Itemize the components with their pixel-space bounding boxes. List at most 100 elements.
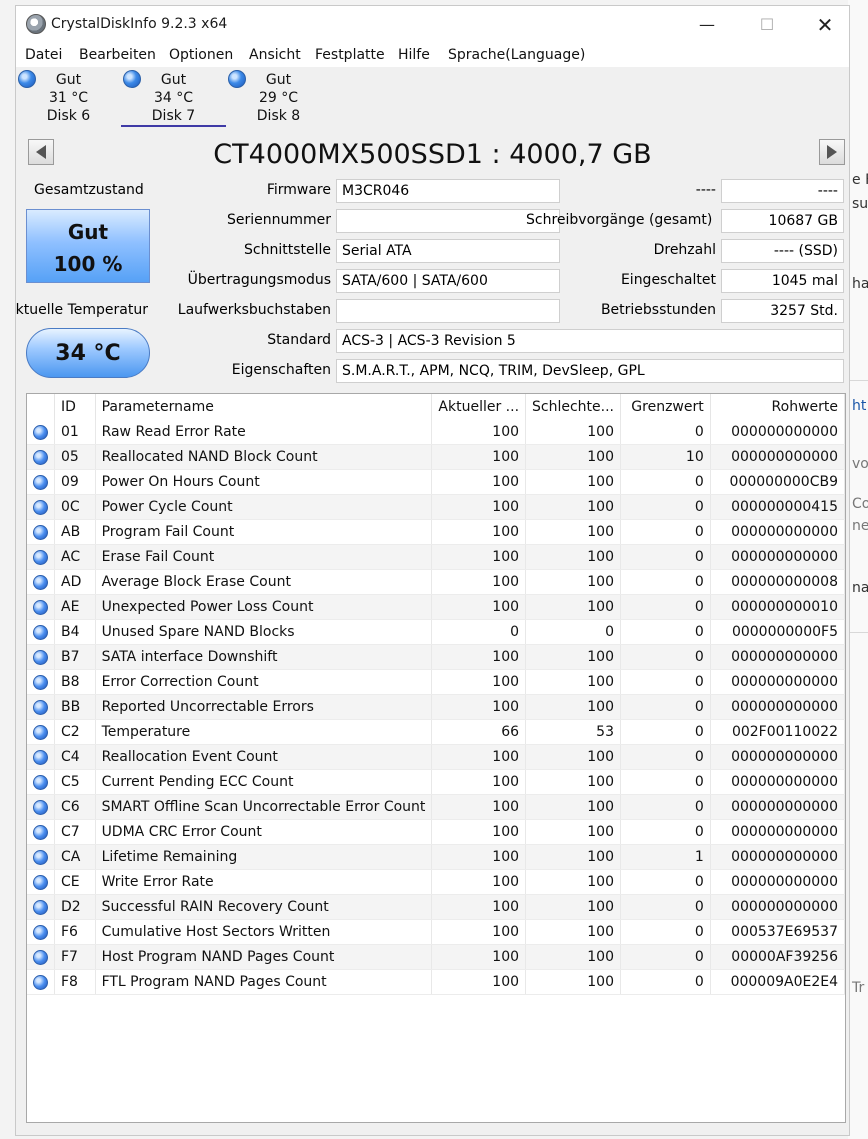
temperature-display[interactable]: 34 °C xyxy=(26,328,150,378)
attribute-id: C2 xyxy=(54,719,96,745)
table-row[interactable]: C7 UDMA CRC Error Count 100 100 0 00000000000… xyxy=(27,819,845,845)
status-good-icon xyxy=(33,774,48,790)
column-status[interactable] xyxy=(27,394,55,420)
background-text: Co xyxy=(852,496,868,512)
health-status-box[interactable]: Gut 100 % xyxy=(26,209,150,283)
column-attribute-name[interactable]: Parametername xyxy=(95,394,433,420)
column-worst[interactable]: Schlechte... xyxy=(525,394,621,420)
table-row[interactable]: 05 Reallocated NAND Block Count 100 100 10 00… xyxy=(27,444,845,470)
current-value: 100 xyxy=(431,819,527,845)
attribute-name: SATA interface Downshift xyxy=(95,644,433,670)
attribute-name: Error Correction Count xyxy=(95,669,433,695)
menu-optionen[interactable]: Optionen xyxy=(169,47,233,63)
menu-sprache[interactable]: Sprache(Language) xyxy=(448,47,585,63)
table-row[interactable]: AE Unexpected Power Loss Count 100 100 0 0000… xyxy=(27,594,845,620)
table-row[interactable]: AD Average Block Erase Count 100 100 0 000000… xyxy=(27,569,845,595)
column-id[interactable]: ID xyxy=(54,394,96,420)
menu-festplatte[interactable]: Festplatte xyxy=(315,47,385,63)
table-row[interactable]: B7 SATA interface Downshift 100 100 0 0000000… xyxy=(27,644,845,670)
table-row[interactable]: C4 Reallocation Event Count 100 100 0 0000000… xyxy=(27,744,845,770)
raw-value: 000000000000 xyxy=(710,544,845,570)
background-window: e F su ha ht vo Co ne na Tr xyxy=(848,0,868,1139)
table-row[interactable]: F7 Host Program NAND Pages Count 100 100 0 00… xyxy=(27,944,845,970)
table-row[interactable]: AB Program Fail Count 100 100 0 000000000000 xyxy=(27,519,845,545)
table-row[interactable]: F8 FTL Program NAND Pages Count 100 100 0 000… xyxy=(27,969,845,995)
attribute-id: 09 xyxy=(54,469,96,495)
menu-hilfe[interactable]: Hilfe xyxy=(398,47,430,63)
menu-bearbeiten[interactable]: Bearbeiten xyxy=(79,47,156,63)
status-good-icon xyxy=(33,799,48,815)
attribute-id: CE xyxy=(54,869,96,895)
disk-name: Disk 6 xyxy=(46,108,91,124)
attribute-id: AE xyxy=(54,594,96,620)
unused-value: ---- xyxy=(721,179,844,203)
column-raw-values[interactable]: Rohwerte xyxy=(710,394,845,420)
transfer-mode-label: Übertragungsmodus xyxy=(187,272,331,288)
unused-label: ---- xyxy=(695,182,716,198)
status-good-icon xyxy=(33,649,48,665)
attribute-name: Unused Spare NAND Blocks xyxy=(95,619,433,645)
disk-tab-8[interactable]: Gut 29 °C Disk 8 xyxy=(226,67,331,127)
threshold-value: 0 xyxy=(620,594,711,620)
attribute-name: Erase Fail Count xyxy=(95,544,433,570)
smart-attribute-table[interactable]: ID Parametername Aktueller ... Schlechte… xyxy=(26,393,846,1123)
status-good-icon xyxy=(33,449,48,465)
table-row[interactable]: 0C Power Cycle Count 100 100 0 000000000415 xyxy=(27,494,845,520)
maximize-button[interactable]: ☐ xyxy=(744,6,790,43)
table-row[interactable]: B4 Unused Spare NAND Blocks 0 0 0 0000000000F… xyxy=(27,619,845,645)
disk-tab-6[interactable]: Gut 31 °C Disk 6 xyxy=(16,67,121,127)
worst-value: 0 xyxy=(525,619,621,645)
menu-ansicht[interactable]: Ansicht xyxy=(249,47,301,63)
table-row[interactable]: C6 SMART Offline Scan Uncorrectable Error… xyxy=(27,794,845,820)
status-good-icon xyxy=(33,924,48,940)
table-row[interactable]: C2 Temperature 66 53 0 002F00110022 xyxy=(27,719,845,745)
status-good-icon xyxy=(33,724,48,740)
status-icon-cell xyxy=(27,694,55,720)
threshold-value: 0 xyxy=(620,644,711,670)
power-on-hours-label: Betriebsstunden xyxy=(600,302,716,318)
attribute-id: 01 xyxy=(54,420,96,445)
raw-value: 002F00110022 xyxy=(710,719,845,745)
status-icon-cell xyxy=(27,594,55,620)
minimize-icon: — xyxy=(699,15,715,34)
table-row[interactable]: 01 Raw Read Error Rate 100 100 0 000000000000 xyxy=(27,420,845,445)
attribute-name: Power Cycle Count xyxy=(95,494,433,520)
disk-status: Gut xyxy=(55,72,82,88)
table-row[interactable]: AC Erase Fail Count 100 100 0 000000000000 xyxy=(27,544,845,570)
worst-value: 100 xyxy=(525,744,621,770)
disk-tab-7[interactable]: Gut 34 °C Disk 7 xyxy=(121,67,226,127)
drive-model: CT4000MX500SSD1 : 4000,7 GB xyxy=(213,139,652,170)
attribute-name: FTL Program NAND Pages Count xyxy=(95,969,433,995)
raw-value: 00000AF39256 xyxy=(710,944,845,970)
threshold-value: 10 xyxy=(620,444,711,470)
table-row[interactable]: 09 Power On Hours Count 100 100 0 000000000CB… xyxy=(27,469,845,495)
table-row[interactable]: C5 Current Pending ECC Count 100 100 0 000000… xyxy=(27,769,845,795)
threshold-value: 0 xyxy=(620,494,711,520)
status-good-icon xyxy=(33,674,48,690)
raw-value: 000000000000 xyxy=(710,420,845,445)
threshold-value: 0 xyxy=(620,469,711,495)
health-percent: 100 % xyxy=(53,252,123,276)
table-row[interactable]: CE Write Error Rate 100 100 0 000000000000 xyxy=(27,869,845,895)
power-on-count-label: Eingeschaltet xyxy=(620,272,716,288)
table-row[interactable]: BB Reported Uncorrectable Errors 100 100 0 00… xyxy=(27,694,845,720)
attribute-id: F6 xyxy=(54,919,96,945)
raw-value: 000000000000 xyxy=(710,744,845,770)
menu-datei[interactable]: Datei xyxy=(25,47,62,63)
table-row[interactable]: D2 Successful RAIN Recovery Count 100 100 0 0… xyxy=(27,894,845,920)
next-disk-button[interactable] xyxy=(819,139,845,165)
worst-value: 100 xyxy=(525,894,621,920)
table-row[interactable]: B8 Error Correction Count 100 100 0 000000000… xyxy=(27,669,845,695)
firmware-value: M3CR046 xyxy=(336,179,560,203)
status-icon-cell xyxy=(27,744,55,770)
threshold-value: 0 xyxy=(620,719,711,745)
close-button[interactable]: ✕ xyxy=(802,6,848,43)
table-row[interactable]: CA Lifetime Remaining 100 100 1 000000000000 xyxy=(27,844,845,870)
column-current[interactable]: Aktueller ... xyxy=(431,394,527,420)
health-status: Gut xyxy=(67,220,109,244)
column-threshold[interactable]: Grenzwert xyxy=(620,394,711,420)
current-value: 100 xyxy=(431,769,527,795)
worst-value: 100 xyxy=(525,519,621,545)
table-row[interactable]: F6 Cumulative Host Sectors Written 100 100 0… xyxy=(27,919,845,945)
minimize-button[interactable]: — xyxy=(684,6,730,43)
